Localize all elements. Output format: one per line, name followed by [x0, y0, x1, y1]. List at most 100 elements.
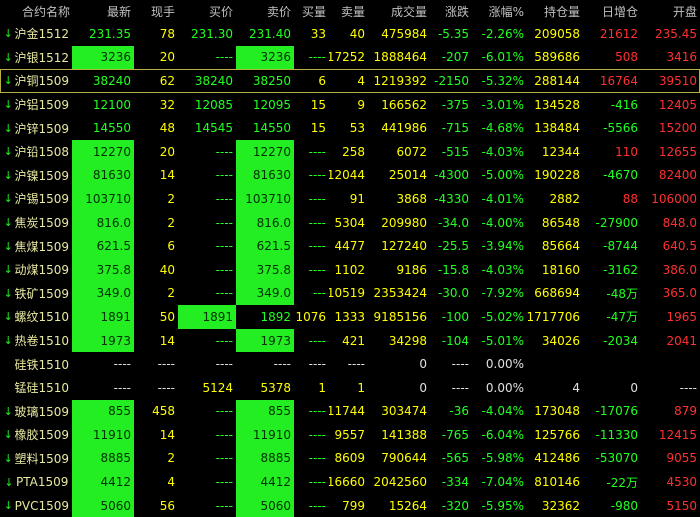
contract-name-cell[interactable]: 锰硅1510 [0, 376, 72, 400]
table-row[interactable]: ↓ 塑料1509 8885 2 ---- 8885 ---- 8609 790644 -565 -5… [0, 446, 700, 471]
down-arrow-icon: ↓ [3, 263, 13, 277]
quote-cell: 5060 [72, 493, 134, 517]
quote-cell: 375.8 [236, 257, 294, 282]
table-row[interactable]: ↓ 沪铅1508 12270 20 ---- 12270 ---- 258 6072 -515 -4… [0, 139, 700, 164]
quote-cell: ---- [347, 357, 365, 372]
contract-name-cell[interactable]: ↓ 沪镍1509 [0, 164, 72, 188]
contract-name-cell[interactable]: ↓ 沪铅1508 [0, 140, 72, 164]
column-header[interactable]: 现手 [134, 0, 178, 22]
contract-name-cell[interactable]: ↓ 沪铝1509 [0, 93, 72, 117]
contract-name-cell[interactable]: ↓ 铁矿1509 [0, 282, 72, 306]
column-header[interactable]: 买价 [178, 0, 236, 22]
quote-cell: 231.35 [89, 26, 131, 41]
quote-cell: 1076 [295, 309, 326, 324]
column-header[interactable]: 开盘 [641, 0, 700, 22]
column-header[interactable]: 卖量 [329, 0, 368, 22]
column-header[interactable]: 涨幅% [472, 0, 527, 22]
column-header[interactable]: 最新 [72, 0, 134, 22]
contract-name-cell[interactable]: ↓ 热卷1510 [0, 329, 72, 353]
quote-cell: ---- [215, 215, 233, 230]
quote-cell: 11910 [72, 423, 134, 447]
quote-cell: 2 [167, 215, 175, 230]
table-row[interactable]: ↓ PTA1509 4412 4 ---- 4412 ---- 16660 2042560 -33… [0, 470, 700, 494]
quote-cell: 2353424 [373, 286, 427, 301]
quote-cell: ---- [215, 50, 233, 65]
quote-cell: -5.95% [481, 498, 524, 513]
quote-cell: 20 [159, 144, 175, 159]
quote-cell: -7.04% [481, 475, 524, 490]
table-row[interactable]: ↓ 沪铜1509 38240 62 38240 38250 6 4 1219392 -2150 -5… [0, 69, 700, 93]
table-row[interactable]: ↓ 橡胶1509 11910 14 ---- 11910 ---- 9557 141388 -76… [0, 423, 700, 447]
quote-cell: -565 [441, 451, 469, 466]
quote-cell: -4.00% [481, 215, 524, 230]
table-row[interactable]: ↓ 沪锌1509 14550 48 14545 14550 15 53 441986 -715 -4… [0, 116, 700, 140]
table-row[interactable]: ↓铁矿1509349.02----349.0---1105192353424-3… [0, 281, 700, 306]
contract-name-cell[interactable]: ↓ 玻璃1509 [0, 400, 72, 424]
table-row[interactable]: ↓ 热卷1510 1973 14 ---- 1973 ---- 421 34298 -104 -5.… [0, 328, 700, 353]
column-header[interactable]: 卖价 [236, 0, 294, 22]
quote-cell: 0.00% [485, 357, 524, 372]
contract-name: 螺纹1510 [14, 310, 69, 325]
quote-cell: -4.01% [481, 191, 524, 206]
table-row[interactable]: ↓ 玻璃1509 855 458 ---- 855 ---- 11744 303474 -36 -4… [0, 399, 700, 424]
down-arrow-icon: ↓ [3, 27, 13, 41]
table-row[interactable]: ↓ 焦煤1509 621.5 6 ---- 621.5 ---- 4477 127240 -25.… [0, 234, 700, 258]
table-row[interactable]: ↓ 焦炭1509 816.0 2 ---- 816.0 ---- 5304 209980 -34.… [0, 210, 700, 235]
quote-cell: 20 [159, 50, 175, 65]
contract-name-cell[interactable]: ↓ PTA1509 [0, 470, 72, 494]
table-row[interactable]: ↓ 螺纹1510 1891 50 1891 1892 1076 1333 9185156 -100… [0, 305, 700, 329]
quote-cell: 848.0 [662, 215, 697, 230]
quote-cell: 12344 [541, 144, 580, 159]
contract-name-cell[interactable]: ↓ 沪银1512 [0, 46, 72, 70]
quote-cell: 790644 [381, 451, 427, 466]
quote-cell: 5124 [202, 380, 233, 395]
table-row[interactable]: ↓ PVC1509 5060 56 ---- 5060 ---- 799 15264 -320 -5… [0, 493, 700, 517]
table-row[interactable]: ↓ 沪锡1509 103710 2 ---- 103710 ---- 91 3868 -4330-… [0, 187, 700, 211]
contract-name-cell[interactable]: ↓ 沪锡1509 [0, 187, 72, 211]
contract-name-cell[interactable]: ↓ 橡胶1509 [0, 423, 72, 447]
quote-cell: 106000 [651, 191, 697, 206]
contract-name-cell[interactable]: 硅铁1510 [0, 352, 72, 376]
quote-cell: -515 [441, 144, 469, 159]
contract-name-cell[interactable]: ↓ 沪铜1509 [0, 69, 72, 93]
table-row[interactable]: ↓ 沪银1512 3236 20 ---- 3236 ---- 17252 1888464 -20… [0, 45, 700, 70]
quote-cell: 621.5 [72, 234, 134, 258]
quote-cell: 0 [630, 380, 638, 395]
quote-cell: 3416 [666, 50, 697, 65]
quote-cell: 190228 [534, 168, 580, 183]
table-row[interactable]: ↓ 沪金1512 231.35 78 231.30 231.40 33 40 475984 -5.… [0, 22, 700, 46]
column-header[interactable]: 日增仓 [583, 0, 641, 22]
quote-cell: -34.0 [437, 215, 469, 230]
contract-name-cell[interactable]: ↓ 塑料1509 [0, 447, 72, 471]
table-row[interactable]: ↓ 动煤1509 375.8 40 ---- 375.8 ---- 1102 9186 -15.8… [0, 257, 700, 282]
column-header[interactable]: 成交量 [368, 0, 430, 22]
quote-cell [583, 352, 641, 376]
table-row[interactable]: ↓ 沪镍1509 81630 14 ---- 81630 ---- 12044 25014 -43… [0, 163, 700, 188]
quote-cell: ---- [308, 168, 326, 183]
quote-cell: ---- [215, 239, 233, 254]
quote-cell: 1 [357, 380, 365, 395]
quote-cell: -980 [610, 498, 638, 513]
table-row[interactable]: 硅铁1510 ---- ---- ---- ---- ---- ---- 0 ---- 0.00% [0, 352, 700, 376]
down-arrow-icon: ↓ [3, 286, 13, 300]
quote-cell: 12405 [658, 97, 697, 112]
contract-name-cell[interactable]: ↓ 沪金1512 [0, 22, 72, 46]
contract-name-cell[interactable]: ↓ 螺纹1510 [0, 305, 72, 329]
quote-cell: 38240 [92, 73, 131, 88]
quote-cell: 412486 [534, 451, 580, 466]
contract-name-cell[interactable]: ↓ 沪锌1509 [0, 116, 72, 140]
quote-cell: ---- [308, 215, 326, 230]
column-header[interactable]: 持仓量 [527, 0, 583, 22]
table-row[interactable]: 锰硅1510 ---- ---- 5124 5378 1 1 0 ---- 0.00% 4 0 ---- [0, 376, 700, 400]
contract-name-cell[interactable]: ↓ 动煤1509 [0, 258, 72, 282]
contract-name-cell[interactable]: ↓ 焦炭1509 [0, 211, 72, 235]
column-header[interactable]: 合约名称 [0, 0, 72, 22]
quote-table-body: ↓ 沪金1512 231.35 78 231.30 231.40 33 40 475984 -5.… [0, 22, 700, 517]
column-header[interactable]: 涨跌 [430, 0, 472, 22]
contract-name: 沪铜1509 [14, 74, 69, 89]
table-row[interactable]: ↓ 沪铝1509 12100 32 12085 12095 15 9 166562 -375 -3.… [0, 93, 700, 117]
contract-name-cell[interactable]: ↓ 焦煤1509 [0, 234, 72, 258]
contract-name-cell[interactable]: ↓ PVC1509 [0, 494, 72, 517]
contract-name: 锰硅1510 [14, 381, 69, 396]
column-header[interactable]: 买量 [294, 0, 329, 22]
